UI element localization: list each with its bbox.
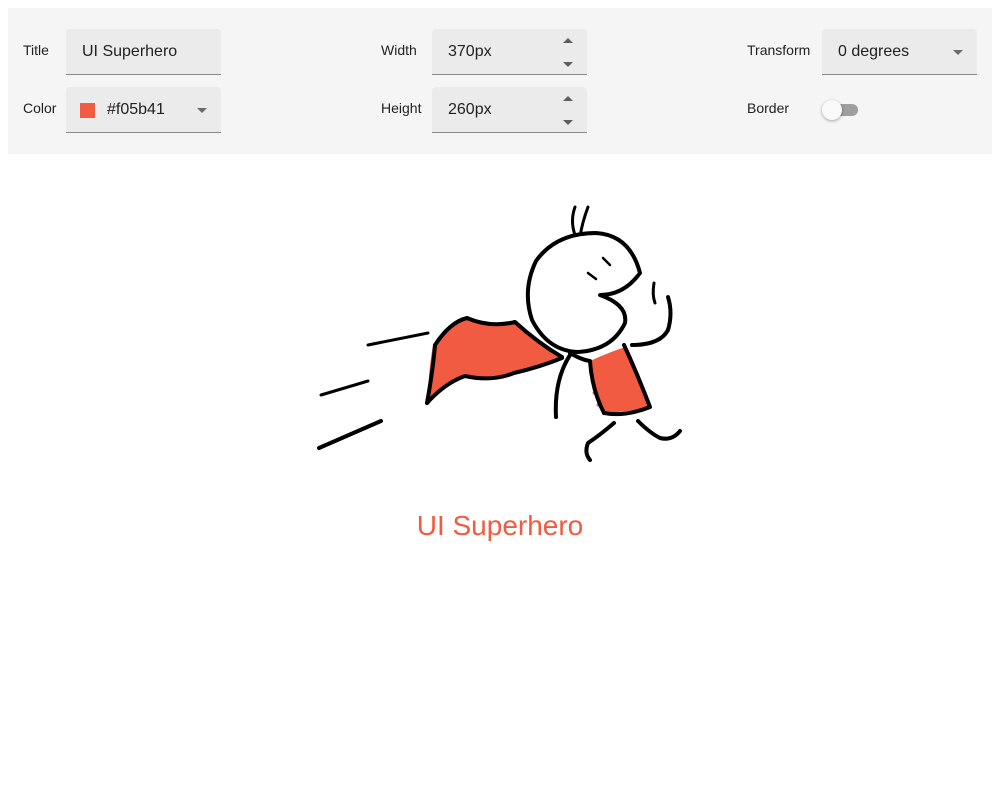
border-toggle[interactable] bbox=[822, 100, 858, 120]
height-label: Height bbox=[381, 100, 422, 116]
height-input[interactable]: 260px bbox=[432, 87, 587, 133]
width-input-value: 370px bbox=[448, 43, 492, 60]
head bbox=[525, 231, 642, 354]
height-input-value: 260px bbox=[448, 101, 492, 118]
width-input[interactable]: 370px bbox=[432, 29, 587, 75]
decrement-icon[interactable] bbox=[563, 120, 573, 125]
leg bbox=[636, 419, 682, 441]
color-select-value: #f05b41 bbox=[107, 101, 165, 118]
transform-select-value: 0 degrees bbox=[838, 43, 910, 60]
speed-line bbox=[319, 379, 370, 397]
transform-select[interactable]: 0 degrees bbox=[822, 29, 977, 75]
color-label: Color bbox=[23, 100, 57, 116]
hero-caption: UI Superhero bbox=[416, 510, 584, 541]
transform-label: Transform bbox=[747, 42, 811, 58]
speed-line bbox=[317, 419, 383, 450]
color-swatch bbox=[80, 103, 95, 118]
leg bbox=[584, 421, 616, 462]
border-label: Border bbox=[747, 100, 790, 116]
increment-icon[interactable] bbox=[563, 38, 573, 43]
title-label: Title bbox=[23, 42, 49, 58]
hand bbox=[651, 281, 657, 305]
toggle-thumb bbox=[822, 100, 842, 120]
increment-icon[interactable] bbox=[563, 96, 573, 101]
speed-line bbox=[366, 331, 430, 347]
color-select[interactable]: #f05b41 bbox=[66, 87, 221, 133]
title-input-value: UI Superhero bbox=[82, 43, 178, 60]
title-input[interactable]: UI Superhero bbox=[66, 29, 221, 75]
hair bbox=[571, 205, 577, 237]
superhero-illustration bbox=[317, 205, 682, 462]
arm bbox=[630, 295, 673, 347]
width-label: Width bbox=[381, 42, 417, 58]
arm bbox=[553, 353, 572, 419]
chevron-down-icon bbox=[197, 108, 207, 113]
chevron-down-icon bbox=[953, 50, 963, 55]
decrement-icon[interactable] bbox=[563, 62, 573, 67]
